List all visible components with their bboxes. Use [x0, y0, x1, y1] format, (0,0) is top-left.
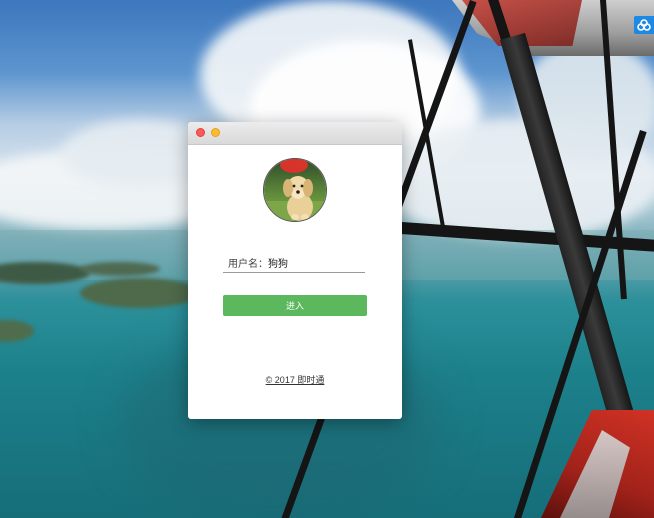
copyright-link[interactable]: © 2017 即时通 [188, 373, 402, 386]
window-titlebar[interactable] [188, 122, 402, 145]
login-window: 用户名： 进入 © 2017 即时通 [188, 122, 402, 419]
close-button[interactable] [196, 128, 205, 137]
cloud-app-glyph [637, 19, 651, 31]
username-label: 用户名： [228, 259, 268, 270]
cloud-app-icon[interactable] [634, 16, 654, 34]
username-input[interactable] [268, 257, 348, 268]
puppy-photo [264, 159, 326, 221]
username-field[interactable]: 用户名： [223, 253, 365, 273]
avatar [263, 158, 327, 222]
minimize-button[interactable] [211, 128, 220, 137]
enter-button[interactable]: 进入 [223, 295, 367, 316]
desktop-wallpaper: 用户名： 进入 © 2017 即时通 [0, 0, 654, 518]
